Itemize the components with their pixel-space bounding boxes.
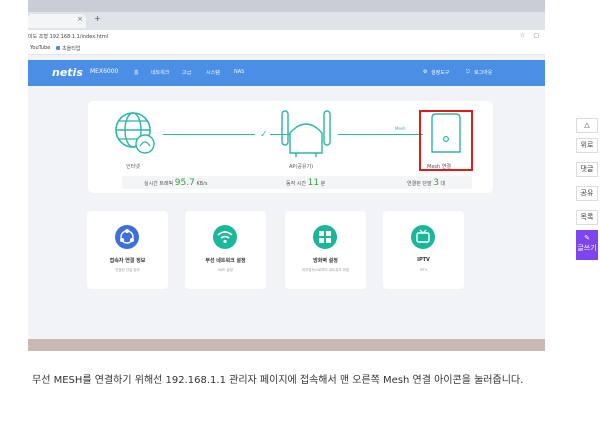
nav-advanced[interactable]: 고급 [182,69,191,76]
tv-icon [411,225,435,249]
sidebar-share-button[interactable]: 공유 [576,186,598,201]
logout-icon[interactable]: ⎋ [466,69,470,75]
bookmark-item[interactable]: 초을티업 [62,45,80,52]
ap-label: AP(공유기) [289,164,314,170]
model-name: MEX6000 [90,68,119,75]
feature-title: 무선 네트워크 설정 [205,258,246,264]
feature-card-iptv[interactable]: IPTV IPTV [383,211,464,289]
nav-home[interactable]: 홈 [134,69,139,76]
mesh-highlight-box [419,110,473,171]
ap-mesh-line [338,134,423,135]
browser-tab-strip: × + [28,0,545,30]
nav-system[interactable]: 시스템 [206,69,220,76]
uptime-label: 동작 시간 [286,181,306,187]
feature-subtitle: 외부접속으로부터 네트워크 보호 [301,268,350,272]
firewall-icon [313,225,337,249]
background-image-strip [28,339,545,351]
wifi-icon [213,225,237,249]
setup-tool-icon[interactable]: ⚙ [423,69,427,75]
uptime-unit: 분 [320,181,326,187]
devices-value: 3 [433,178,439,188]
internet-label: 인터넷 [126,164,140,170]
nav-nas[interactable]: NAS [234,69,244,75]
devices-label: 연결된 단말 [407,181,432,187]
bookmark-youtube[interactable]: YouTube [30,45,50,51]
feature-subtitle: IPTV [419,268,428,272]
bookmark-folder-icon [56,46,60,50]
feature-title: 접속자 연결 정보 [109,258,146,264]
bookmark-star-icon[interactable]: ☆ [520,32,525,39]
traffic-label: 실시간 트래픽 [144,181,174,187]
feature-card-connected-users[interactable]: 접속자 연결 정보 연결된 단말 정보 [87,211,168,289]
feature-card-wireless[interactable]: 무선 네트워크 설정 WiFi 설정 [185,211,266,289]
traffic-value: 95.7 [174,178,195,188]
post-caption: 무선 MESH를 연결하기 위해선 192.168.1.1 관리자 페이지에 접… [32,375,524,386]
nav-network[interactable]: 네트워크 [151,69,169,76]
internet-globe-icon[interactable] [114,111,156,155]
address-url[interactable]: 미도 조형 192.168.1.1/index.html [28,33,108,40]
sidebar-comment-button[interactable]: 댓글 [576,162,598,177]
router-admin-screenshot: × + 미도 조형 192.168.1.1/index.html ☆ ▢ You… [28,0,545,351]
network-status-card: 인터넷 ✓ AP(공유기) Mesh Mesh 연결 실시간 트래픽 95.7 … [88,101,493,193]
extensions-icon[interactable]: ▢ [533,32,539,39]
traffic-unit: KB/s [196,181,208,187]
sidebar-top-button[interactable]: 위로 [576,138,598,153]
users-network-icon [115,225,139,249]
ap-router-icon[interactable] [276,107,336,159]
feature-card-firewall[interactable]: 방화벽 설정 외부접속으로부터 네트워크 보호 [285,211,366,289]
bookmarks-bar: YouTube 초을티업 [28,42,545,55]
sidebar-write-button[interactable]: ✎ 글쓰기 [576,230,598,260]
window-titlebar [28,0,545,12]
feature-title: 방화벽 설정 [313,258,338,264]
new-tab-icon[interactable]: + [94,14,101,23]
tab-close-icon[interactable]: × [77,15,83,23]
nav-setup-tool[interactable]: 설정도구 [431,69,449,76]
address-bar[interactable]: 미도 조형 192.168.1.1/index.html ☆ ▢ [28,30,545,42]
sidebar-list-button[interactable]: 목록 [576,210,598,225]
write-label: 글쓰기 [577,244,597,252]
mesh-line-label: Mesh [395,126,406,131]
traffic-stat: 실시간 트래픽 95.7 KB/s [144,178,207,188]
uptime-stat: 동작 시간 11 분 [286,178,325,188]
feature-title: IPTV [417,257,430,263]
devices-stat: 연결된 단말 3 대 [407,178,445,188]
brand-logo: netis [52,66,83,79]
router-navbar: netis MEX6000 홈 네트워크 고급 시스템 NAS ⚙ 설정도구 ⎋… [28,60,545,86]
scroll-top-icon[interactable]: △ [576,118,598,133]
internet-ap-line [163,134,255,135]
connected-check-icon: ✓ [260,130,268,140]
feature-subtitle: 연결된 단말 정보 [115,268,140,272]
pencil-icon: ✎ [584,234,590,242]
feature-subtitle: WiFi 설정 [218,268,233,272]
stats-bar: 실시간 트래픽 95.7 KB/s 동작 시간 11 분 연결된 단말 3 대 [122,176,472,189]
devices-unit: 대 [440,181,446,187]
browser-tab[interactable]: × [28,14,86,28]
uptime-value: 11 [307,178,320,188]
nav-logout[interactable]: 로그아웃 [474,69,492,76]
